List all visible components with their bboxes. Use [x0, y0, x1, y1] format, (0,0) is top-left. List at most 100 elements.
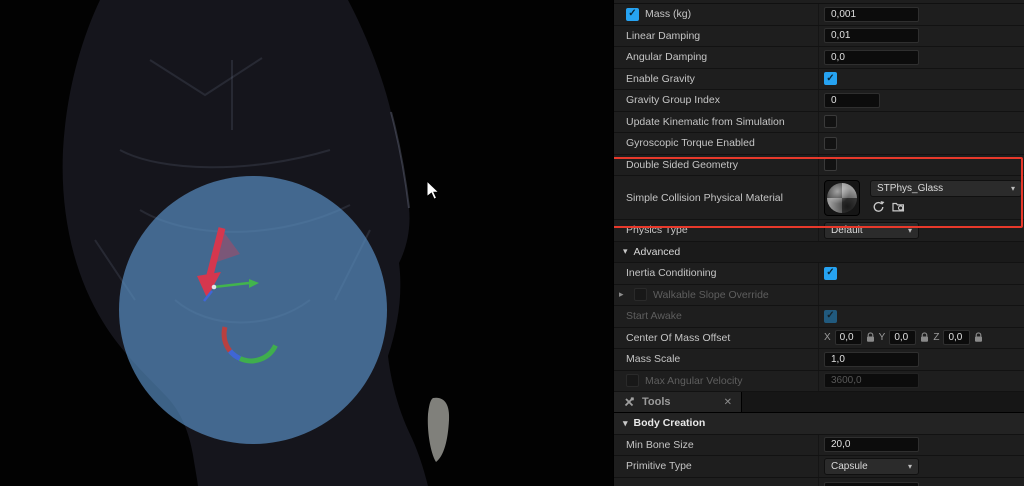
max-angular-velocity-label: Max Angular Velocity	[645, 375, 742, 387]
com-offset-y-input[interactable]: 0,0	[889, 330, 916, 345]
details-panel: ✓ Mass (kg) 0,001 Linear Damping 0,01 An…	[613, 0, 1024, 486]
gyroscopic-torque-label: Gyroscopic Torque Enabled	[626, 137, 755, 149]
mass-label: Mass (kg)	[645, 8, 691, 20]
property-row-partial-bottom	[614, 478, 1024, 486]
linear-damping-label: Linear Damping	[626, 30, 700, 42]
property-row-center-of-mass-offset: Center Of Mass Offset X 0,0 Y 0,0 Z 0,0	[614, 328, 1024, 350]
update-kinematic-label: Update Kinematic from Simulation	[626, 116, 785, 128]
physics-type-label: Physics Type	[626, 224, 688, 236]
double-sided-geometry-checkbox[interactable]	[824, 158, 837, 171]
mesh-fragment	[428, 398, 449, 462]
tools-tab-bar: Tools ✕	[614, 392, 1024, 413]
physical-material-value: STPhys_Glass	[877, 183, 943, 194]
property-row-primitive-type: Primitive Type Capsule ▾	[614, 456, 1024, 478]
property-row-start-awake: Start Awake ✓	[614, 306, 1024, 328]
property-row-simple-collision-material: Simple Collision Physical Material STPhy…	[614, 176, 1024, 220]
category-body-creation[interactable]: ▾ Body Creation	[614, 413, 1024, 435]
inertia-conditioning-checkbox[interactable]: ✓	[824, 267, 837, 280]
close-icon[interactable]: ✕	[724, 397, 732, 408]
gizmo-origin	[212, 285, 217, 290]
property-row-walkable-slope-override: ▸ Walkable Slope Override	[614, 285, 1024, 307]
min-bone-size-input[interactable]: 20,0	[824, 437, 919, 452]
enable-gravity-checkbox[interactable]: ✓	[824, 72, 837, 85]
com-offset-x-input[interactable]: 0,0	[835, 330, 862, 345]
property-row-update-kinematic: Update Kinematic from Simulation	[614, 112, 1024, 134]
property-row-mass-scale: Mass Scale 1,0	[614, 349, 1024, 371]
mass-input[interactable]: 0,001	[824, 7, 919, 22]
max-angular-velocity-override-checkbox[interactable]	[626, 374, 639, 387]
property-row-min-bone-size: Min Bone Size 20,0	[614, 435, 1024, 457]
start-awake-label: Start Awake	[626, 310, 682, 322]
mouse-cursor	[427, 181, 439, 199]
category-advanced[interactable]: ▾ Advanced	[614, 242, 1024, 264]
lock-icon[interactable]	[866, 332, 875, 343]
linear-damping-input[interactable]: 0,01	[824, 28, 919, 43]
start-awake-checkbox[interactable]: ✓	[824, 310, 837, 323]
chevron-down-icon: ▾	[1011, 184, 1015, 193]
physics-type-dropdown[interactable]: Default ▾	[824, 222, 919, 239]
tools-tab-title: Tools	[642, 396, 671, 408]
chevron-down-icon: ▾	[908, 226, 912, 235]
clipped-input[interactable]	[824, 482, 919, 486]
mass-scale-label: Mass Scale	[626, 353, 680, 365]
gyroscopic-torque-checkbox[interactable]	[824, 137, 837, 150]
browse-to-asset-icon[interactable]	[892, 200, 905, 213]
collision-sphere	[119, 176, 387, 444]
update-kinematic-checkbox[interactable]	[824, 115, 837, 128]
angular-damping-input[interactable]: 0,0	[824, 50, 919, 65]
body-creation-label: Body Creation	[634, 417, 706, 429]
property-row-enable-gravity: Enable Gravity ✓	[614, 69, 1024, 91]
axis-y-label: Y	[879, 332, 886, 343]
axis-x-label: X	[824, 332, 831, 343]
check-icon: ✓	[826, 268, 834, 278]
angular-damping-label: Angular Damping	[626, 51, 707, 63]
advanced-label: Advanced	[634, 246, 681, 258]
property-row-gravity-group-index: Gravity Group Index 0	[614, 90, 1024, 112]
enable-gravity-label: Enable Gravity	[626, 73, 695, 85]
axis-z-label: Z	[933, 332, 939, 343]
material-thumbnail[interactable]	[824, 180, 860, 216]
check-icon: ✓	[826, 74, 834, 84]
walkable-slope-override-checkbox[interactable]	[634, 288, 647, 301]
walkable-slope-override-label: Walkable Slope Override	[653, 289, 769, 301]
property-row-double-sided-geometry: Double Sided Geometry	[614, 155, 1024, 177]
property-row-angular-damping: Angular Damping 0,0	[614, 47, 1024, 69]
property-row-max-angular-velocity: Max Angular Velocity 3600,0	[614, 371, 1024, 393]
min-bone-size-label: Min Bone Size	[626, 439, 694, 451]
tools-icon	[623, 396, 635, 408]
mass-scale-input[interactable]: 1,0	[824, 352, 919, 367]
check-icon: ✓	[628, 9, 636, 19]
com-offset-z-input[interactable]: 0,0	[943, 330, 970, 345]
chevron-down-icon: ▾	[623, 418, 628, 429]
check-icon: ✓	[826, 311, 834, 321]
lock-icon[interactable]	[974, 332, 983, 343]
viewport-3d[interactable]	[0, 0, 613, 486]
chevron-down-icon: ▾	[623, 246, 628, 257]
physical-material-dropdown[interactable]: STPhys_Glass ▾	[870, 180, 1022, 197]
chevron-down-icon: ▾	[908, 462, 912, 471]
gravity-group-index-label: Gravity Group Index	[626, 94, 720, 106]
primitive-type-value: Capsule	[831, 461, 868, 472]
expander-collapsed-icon[interactable]: ▸	[619, 289, 628, 300]
use-selected-asset-icon[interactable]	[872, 200, 885, 213]
property-row-mass: ✓ Mass (kg) 0,001	[614, 4, 1024, 26]
simple-collision-material-label: Simple Collision Physical Material	[626, 192, 783, 204]
inertia-conditioning-label: Inertia Conditioning	[626, 267, 716, 279]
tab-tools[interactable]: Tools ✕	[614, 392, 742, 412]
gravity-group-index-input[interactable]: 0	[824, 93, 880, 108]
mass-override-checkbox[interactable]: ✓	[626, 8, 639, 21]
material-sphere-preview	[827, 183, 857, 213]
physics-type-value: Default	[831, 225, 863, 236]
primitive-type-label: Primitive Type	[626, 460, 692, 472]
max-angular-velocity-input[interactable]: 3600,0	[824, 373, 919, 388]
property-row-physics-type: Physics Type Default ▾	[614, 220, 1024, 242]
viewport-scene	[0, 0, 613, 486]
physics-asset-editor: ✓ Mass (kg) 0,001 Linear Damping 0,01 An…	[0, 0, 1024, 486]
primitive-type-dropdown[interactable]: Capsule ▾	[824, 458, 919, 475]
property-row-inertia-conditioning: Inertia Conditioning ✓	[614, 263, 1024, 285]
property-row-linear-damping: Linear Damping 0,01	[614, 26, 1024, 48]
center-of-mass-offset-label: Center Of Mass Offset	[626, 332, 730, 344]
lock-icon[interactable]	[920, 332, 929, 343]
double-sided-geometry-label: Double Sided Geometry	[626, 159, 738, 171]
property-row-gyroscopic-torque: Gyroscopic Torque Enabled	[614, 133, 1024, 155]
